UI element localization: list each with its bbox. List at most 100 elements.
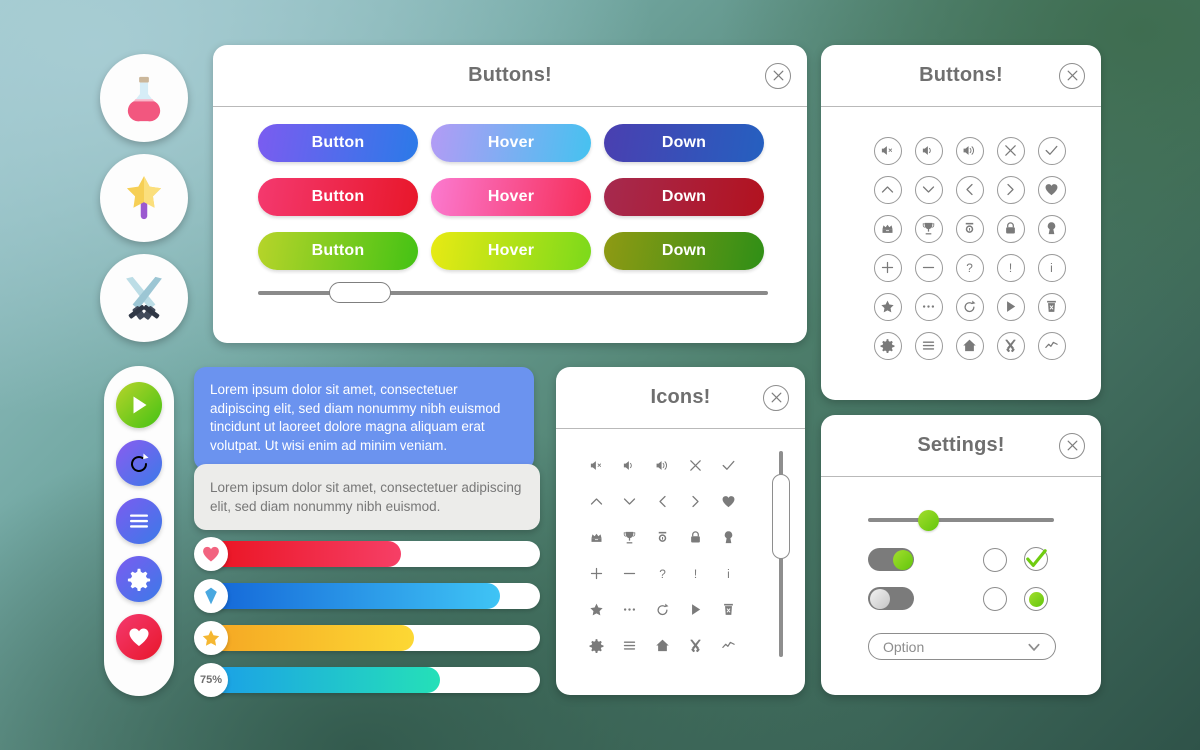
close-button[interactable] <box>763 384 789 411</box>
toggle-knob <box>869 588 890 609</box>
gradient-button-down-row2[interactable]: Down <box>604 178 764 216</box>
icon-button-play[interactable] <box>996 292 1025 321</box>
close-button[interactable] <box>765 62 791 89</box>
icon-button-chevron-up[interactable] <box>873 175 902 204</box>
gradient-button-normal-row1[interactable]: Button <box>258 124 418 162</box>
icon-plus[interactable] <box>589 566 604 581</box>
icon-lock[interactable] <box>688 530 703 545</box>
icon-gear[interactable] <box>589 638 604 653</box>
icon-ellipsis[interactable] <box>622 602 637 617</box>
icon-swords[interactable] <box>688 638 703 653</box>
icon-button-star[interactable] <box>873 292 902 321</box>
icon-exclamation[interactable]: ! <box>688 566 703 581</box>
progress-track <box>208 625 540 651</box>
icon-button-swords[interactable] <box>996 331 1025 360</box>
icon-button-medal[interactable] <box>955 214 984 243</box>
icon-home[interactable] <box>655 638 670 653</box>
menu-button[interactable] <box>116 498 162 544</box>
close-button[interactable] <box>1059 432 1085 459</box>
icon-button-undo[interactable] <box>955 292 984 321</box>
icon-volume-high[interactable] <box>655 458 670 473</box>
close-button[interactable] <box>1059 62 1085 89</box>
radio-selected[interactable] <box>1024 587 1048 611</box>
gradient-button-down-row3[interactable]: Down <box>604 232 764 270</box>
icon-question[interactable]: ? <box>655 566 670 581</box>
favorite-button[interactable] <box>116 614 162 660</box>
crossed-swords-button[interactable] <box>100 254 188 342</box>
icon-button-check[interactable] <box>1037 136 1066 165</box>
icon-button-info[interactable]: i <box>1037 253 1066 282</box>
icon-button-chevron-down[interactable] <box>914 175 943 204</box>
icon-keyhole[interactable] <box>721 530 736 545</box>
icon-volume-low[interactable] <box>622 458 637 473</box>
toggle-on[interactable] <box>868 548 914 571</box>
icon-button-volume-high[interactable] <box>955 136 984 165</box>
icon-medal[interactable] <box>655 530 670 545</box>
icon-close[interactable] <box>688 458 703 473</box>
icon-crown[interactable] <box>589 530 604 545</box>
icon-button-chevron-right[interactable] <box>996 175 1025 204</box>
icon-button-trophy[interactable] <box>914 214 943 243</box>
icon-button-keyhole[interactable] <box>1037 214 1066 243</box>
slider-handle[interactable] <box>329 282 392 303</box>
gradient-button-hover-row3[interactable]: Hover <box>431 232 591 270</box>
icon-button-crown[interactable] <box>873 214 902 243</box>
icon-button-ellipsis[interactable] <box>914 292 943 321</box>
icon-button-plus[interactable] <box>873 253 902 282</box>
icon-button-home[interactable] <box>955 331 984 360</box>
toggle-off[interactable] <box>868 587 914 610</box>
undo-button[interactable] <box>116 440 162 486</box>
gradient-button-normal-row3[interactable]: Button <box>258 232 418 270</box>
potion-flask-button[interactable] <box>100 54 188 142</box>
icon-undo[interactable] <box>655 602 670 617</box>
icon-button-volume-low[interactable] <box>914 136 943 165</box>
magic-wand-button[interactable] <box>100 154 188 242</box>
icon-chart-line[interactable] <box>721 638 736 653</box>
icon-button-trash[interactable] <box>1037 292 1066 321</box>
icon-button-minus[interactable] <box>914 253 943 282</box>
gradient-button-hover-row1[interactable]: Hover <box>431 124 591 162</box>
slider-knob[interactable] <box>917 510 939 531</box>
icon-menu[interactable] <box>622 638 637 653</box>
icon-play[interactable] <box>688 602 703 617</box>
settings-button[interactable] <box>116 556 162 602</box>
settings-slider[interactable] <box>868 510 1054 531</box>
icon-chevron-up[interactable] <box>589 494 604 509</box>
icon-button-chevron-left[interactable] <box>955 175 984 204</box>
icon-trash[interactable] <box>721 602 736 617</box>
icon-button-gear[interactable] <box>873 331 902 360</box>
gradient-button-hover-row2[interactable]: Hover <box>431 178 591 216</box>
gradient-button-down-row1[interactable]: Down <box>604 124 764 162</box>
gradient-button-normal-row2[interactable]: Button <box>258 178 418 216</box>
icon-button-lock[interactable] <box>996 214 1025 243</box>
icon-button-question[interactable]: ? <box>955 253 984 282</box>
scrollbar-thumb[interactable] <box>772 473 790 559</box>
icon-button-close[interactable] <box>996 136 1025 165</box>
checkbox-checked[interactable] <box>1024 547 1048 571</box>
icon-minus[interactable] <box>622 566 637 581</box>
icon-chevron-right[interactable] <box>688 494 703 509</box>
icon-info[interactable]: i <box>721 566 736 581</box>
icon-star[interactable] <box>589 602 604 617</box>
icon-button-exclamation[interactable]: ! <box>996 253 1025 282</box>
panel-slider[interactable] <box>258 282 768 304</box>
icon-heart[interactable] <box>721 494 736 509</box>
icon-check[interactable] <box>721 458 736 473</box>
vertical-scrollbar[interactable] <box>772 451 790 657</box>
play-button[interactable] <box>116 382 162 428</box>
vertical-toolbar <box>104 366 174 696</box>
tooltip-text: Lorem ipsum dolor sit amet, consectetuer… <box>210 382 501 453</box>
icon-volume-mute[interactable] <box>589 458 604 473</box>
option-dropdown[interactable]: Option <box>868 633 1056 660</box>
icon-chevron-down[interactable] <box>622 494 637 509</box>
icon-button-heart[interactable] <box>1037 175 1066 204</box>
checkbox-unchecked[interactable] <box>983 548 1007 572</box>
radio-unselected[interactable] <box>983 587 1007 611</box>
icon-trophy[interactable] <box>622 530 637 545</box>
progress-fill <box>208 583 501 609</box>
icon-button-chart-line[interactable] <box>1037 331 1066 360</box>
icon-button-volume-mute[interactable] <box>873 136 902 165</box>
health-bar <box>194 537 540 571</box>
icon-button-menu[interactable] <box>914 331 943 360</box>
icon-chevron-left[interactable] <box>655 494 670 509</box>
